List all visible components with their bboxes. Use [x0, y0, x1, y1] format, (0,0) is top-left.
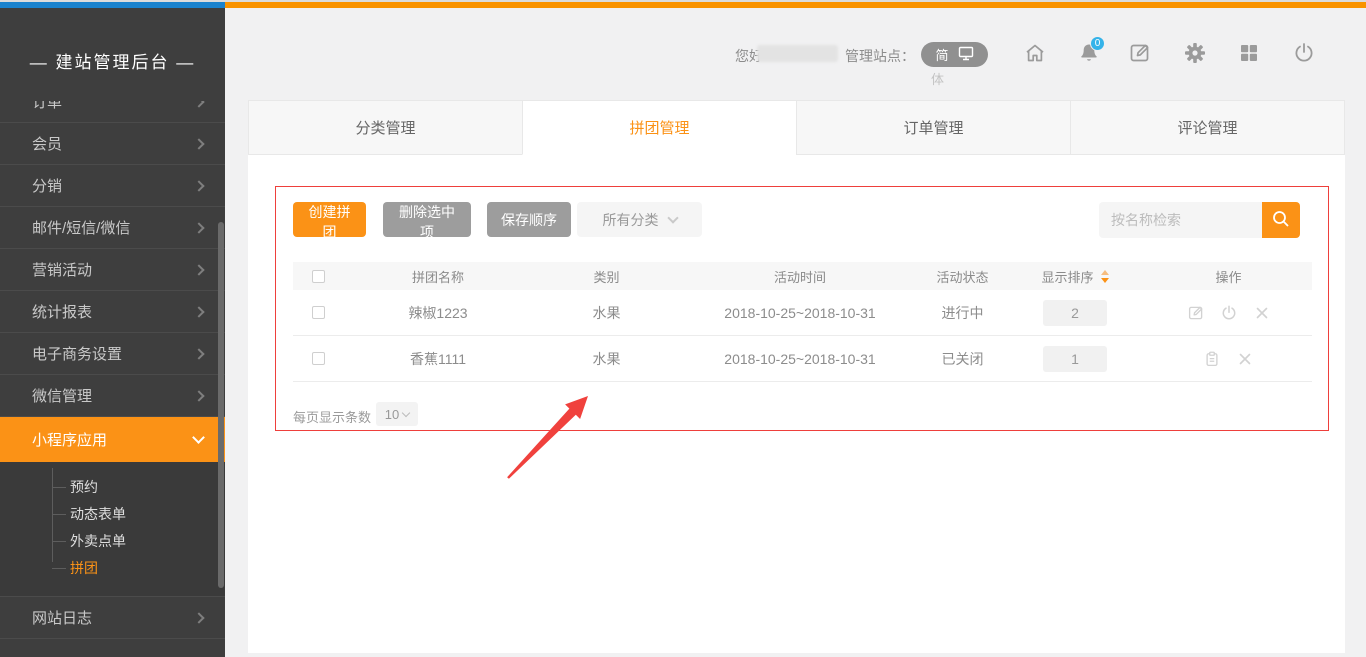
chevron-right-icon — [193, 101, 204, 107]
col-header-time: 活动时间 — [680, 267, 920, 286]
sidebar-item-orders[interactable]: 订单 — [0, 101, 225, 123]
row-checkbox[interactable] — [312, 306, 325, 319]
create-groupbuy-button[interactable]: 创建拼团 — [293, 202, 366, 237]
power-toggle-icon[interactable] — [1220, 304, 1238, 322]
language-site-switcher[interactable]: 简 — [921, 42, 988, 67]
tab-category-management[interactable]: 分类管理 — [248, 100, 523, 155]
sort-icon[interactable] — [1101, 270, 1109, 283]
groupbuy-time: 2018-10-25~2018-10-31 — [680, 305, 920, 321]
page-size-label: 每页显示条数 — [293, 407, 371, 426]
table-row: 辣椒1223 水果 2018-10-25~2018-10-31 进行中 2 — [293, 290, 1312, 336]
apps-grid-icon[interactable] — [1237, 41, 1261, 65]
page-size-select[interactable]: 10 — [376, 402, 418, 426]
app-title: — 建站管理后台 — — [0, 48, 225, 73]
groupbuy-status: 进行中 — [920, 303, 1005, 323]
chevron-right-icon — [193, 306, 204, 317]
sidebar-item-distribution[interactable]: 分销 — [0, 165, 225, 207]
search-icon — [1271, 209, 1291, 232]
sidebar-scrollbar[interactable] — [218, 222, 224, 588]
groupbuy-name: 辣椒1223 — [343, 303, 533, 323]
home-icon[interactable] — [1023, 41, 1047, 65]
copy-clipboard-icon[interactable] — [1203, 350, 1221, 368]
sidebar-item-mail-sms-wechat[interactable]: 邮件/短信/微信 — [0, 207, 225, 249]
submenu-item-group-buy[interactable]: 拼团 — [0, 555, 225, 582]
tab-groupbuy-management[interactable]: 拼团管理 — [522, 100, 797, 155]
chevron-down-icon — [402, 408, 410, 416]
sidebar-menu: 订单 会员 分销 邮件/短信/微信 营销活动 统计报表 电子商务设置 微信管理 — [0, 101, 225, 657]
col-header-order: 显示排序 — [1005, 267, 1145, 286]
tab-comment-management[interactable]: 评论管理 — [1070, 100, 1345, 155]
order-value-box[interactable]: 2 — [1043, 300, 1107, 326]
sidebar-submenu: 预约 动态表单 外卖点单 拼团 — [0, 462, 225, 597]
managed-site-label: 管理站点： — [845, 46, 915, 66]
main-panel: 分类管理 拼团管理 订单管理 评论管理 创建拼团 删除选中项 保存顺序 所有分类… — [248, 100, 1345, 653]
chevron-right-icon — [193, 180, 204, 191]
sidebar-item-wechat-management[interactable]: 微信管理 — [0, 375, 225, 417]
sidebar-item-members[interactable]: 会员 — [0, 123, 225, 165]
groupbuy-name: 香蕉1111 — [343, 349, 533, 369]
order-value-box[interactable]: 1 — [1043, 346, 1107, 372]
category-filter-dropdown[interactable]: 所有分类 — [577, 202, 702, 237]
save-order-button[interactable]: 保存顺序 — [487, 202, 571, 237]
sidebar-item-site-logs[interactable]: 网站日志 — [0, 597, 225, 639]
groupbuy-time: 2018-10-25~2018-10-31 — [680, 351, 920, 367]
tab-order-management[interactable]: 订单管理 — [796, 100, 1071, 155]
select-all-checkbox[interactable] — [312, 270, 325, 283]
chevron-right-icon — [193, 138, 204, 149]
groupbuy-table: 拼团名称 类别 活动时间 活动状态 显示排序 操作 辣椒1223 水果 2018… — [293, 262, 1312, 382]
groupbuy-category: 水果 — [533, 349, 680, 369]
row-checkbox[interactable] — [312, 352, 325, 365]
submenu-item-booking[interactable]: 预约 — [0, 474, 225, 501]
language-label-overflow: 体 — [931, 69, 944, 88]
search-input[interactable] — [1099, 202, 1262, 238]
logout-power-icon[interactable] — [1292, 41, 1316, 65]
top-bar-orange — [225, 2, 1366, 8]
submenu-item-dynamic-forms[interactable]: 动态表单 — [0, 501, 225, 528]
chevron-down-icon — [192, 431, 205, 444]
col-header-name: 拼团名称 — [343, 267, 533, 286]
chevron-right-icon — [193, 222, 204, 233]
monitor-icon — [958, 46, 974, 64]
groupbuy-status: 已关闭 — [920, 349, 1005, 369]
sidebar-item-statistics[interactable]: 统计报表 — [0, 291, 225, 333]
chevron-right-icon — [193, 612, 204, 623]
compose-edit-icon[interactable] — [1128, 41, 1152, 65]
tab-content: 创建拼团 删除选中项 保存顺序 所有分类 拼团名称 类别 活动时间 活动状态 显… — [248, 155, 1345, 653]
language-label: 简 — [935, 45, 948, 64]
submenu-item-takeout-orders[interactable]: 外卖点单 — [0, 528, 225, 555]
delete-x-icon[interactable] — [1253, 304, 1271, 322]
table-header-row: 拼团名称 类别 活动时间 活动状态 显示排序 操作 — [293, 262, 1312, 290]
chevron-right-icon — [193, 264, 204, 275]
delete-selected-button[interactable]: 删除选中项 — [383, 202, 471, 237]
delete-x-icon[interactable] — [1236, 350, 1254, 368]
groupbuy-category: 水果 — [533, 303, 680, 323]
settings-gear-icon[interactable] — [1183, 41, 1207, 65]
sidebar: — 建站管理后台 — 订单 会员 分销 邮件/短信/微信 营销活动 统计报表 电… — [0, 8, 225, 657]
username-redacted — [757, 45, 838, 62]
table-row: 香蕉1111 水果 2018-10-25~2018-10-31 已关闭 1 — [293, 336, 1312, 382]
chevron-right-icon — [193, 348, 204, 359]
sidebar-item-ecommerce-settings[interactable]: 电子商务设置 — [0, 333, 225, 375]
search-button[interactable] — [1262, 202, 1300, 238]
sidebar-item-miniprogram-apps[interactable]: 小程序应用 — [0, 417, 225, 462]
col-header-category: 类别 — [533, 267, 680, 286]
chevron-right-icon — [193, 390, 204, 401]
col-header-status: 活动状态 — [920, 267, 1005, 286]
chevron-down-icon — [667, 212, 678, 223]
tab-bar: 分类管理 拼团管理 订单管理 评论管理 — [248, 100, 1345, 155]
notification-badge: 0 — [1090, 36, 1105, 51]
col-header-actions: 操作 — [1145, 267, 1312, 286]
sidebar-item-marketing[interactable]: 营销活动 — [0, 249, 225, 291]
edit-icon[interactable] — [1187, 304, 1205, 322]
